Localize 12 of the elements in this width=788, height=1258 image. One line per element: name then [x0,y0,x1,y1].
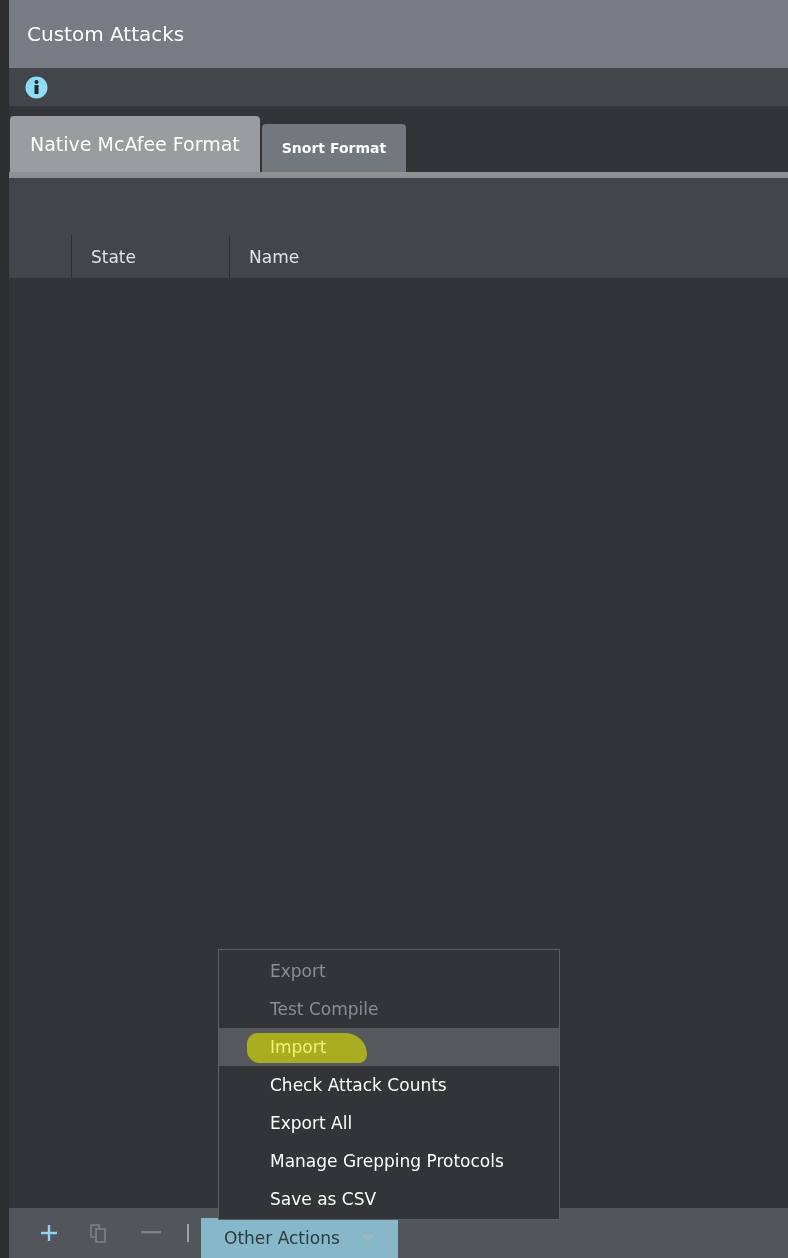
window-title: Custom Attacks [27,22,185,46]
column-header[interactable]: Name [230,235,788,278]
caret-icon [361,1234,374,1242]
add-icon[interactable] [39,1223,59,1243]
tab[interactable]: Snort Format [261,124,407,172]
menu-item[interactable]: Manage Grepping Protocols [219,1142,559,1180]
info-icon[interactable] [25,75,48,99]
menu-item[interactable]: Check Attack Counts [219,1066,559,1104]
menu-item[interactable]: Save as CSV [219,1180,559,1218]
other-actions-button[interactable]: Other Actions [201,1218,398,1258]
column-header[interactable]: State [72,235,230,278]
menu-item[interactable]: Export All [219,1104,559,1142]
